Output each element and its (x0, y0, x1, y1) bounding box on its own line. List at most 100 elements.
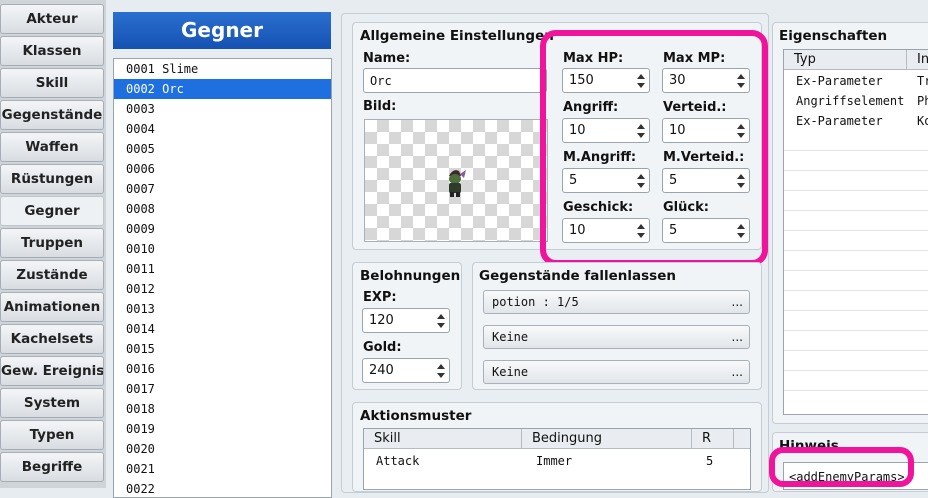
enemy-list-item[interactable]: 0021 (114, 459, 331, 479)
grid-line (784, 230, 928, 231)
enemy-list-item[interactable]: 0009 (114, 219, 331, 239)
grid-line (784, 190, 928, 191)
enemy-list-item[interactable]: 0016 (114, 359, 331, 379)
action-skill-cell[interactable]: Attack (376, 451, 419, 471)
trait-type-cell[interactable]: Ex-Parameter (796, 111, 883, 131)
nav-tab-skills[interactable]: Skill (0, 68, 104, 98)
enemy-list-item[interactable]: 0022 (114, 479, 331, 497)
parameters-highlight (540, 30, 768, 266)
nav-tab-animations[interactable]: Animationen (0, 292, 104, 322)
nav-tab-system[interactable]: System (0, 388, 104, 418)
enemy-list[interactable]: 0001 Slime 0002 Orc 0003 0004 0005 0006 … (113, 58, 332, 498)
drop-item-2-button[interactable]: Keine... (483, 325, 750, 349)
exp-value: 120 (369, 313, 394, 328)
nav-tab-states[interactable]: Zustände (0, 260, 104, 290)
nav-tab-actors[interactable]: Akteur (0, 4, 104, 34)
enemy-list-item[interactable]: 0001 Slime (114, 59, 331, 79)
drop-item-3-button[interactable]: Keine... (483, 360, 750, 384)
orc-sprite-icon (449, 170, 466, 197)
drop-item-1-value: potion : 1/5 (492, 295, 579, 309)
enemy-list-item[interactable]: 0019 (114, 419, 331, 439)
trait-content-cell[interactable]: Ph (917, 91, 928, 111)
enemy-list-item[interactable]: 0014 (114, 319, 331, 339)
nav-tab-tilesets[interactable]: Kachelsets (0, 324, 104, 354)
action-patterns-title: Aktionsmuster (360, 408, 472, 424)
enemy-list-item[interactable]: 0008 (114, 199, 331, 219)
enemy-list-item-selected[interactable]: 0002 Orc (114, 79, 331, 99)
more-icon: ... (731, 365, 743, 379)
rewards-title: Belohnungen (360, 268, 461, 284)
grid-line (784, 370, 928, 371)
spinner-arrows-icon[interactable] (437, 312, 445, 330)
nav-tab-classes[interactable]: Klassen (0, 36, 104, 66)
grid-line (784, 150, 928, 151)
enemy-list-item[interactable]: 0012 (114, 279, 331, 299)
enemy-list-item[interactable]: 0006 (114, 159, 331, 179)
name-field[interactable]: Orc (363, 68, 547, 93)
enemy-list-item[interactable]: 0007 (114, 179, 331, 199)
general-settings-title: Allgemeine Einstellungen (360, 28, 554, 44)
action-condition-cell[interactable]: Immer (536, 451, 572, 471)
enemy-list-item[interactable]: 0020 (114, 439, 331, 459)
column-skill[interactable]: Skill (364, 429, 522, 449)
drop-item-2-value: Keine (492, 330, 529, 344)
trait-content-cell[interactable]: Ko (917, 111, 928, 131)
grid-line (784, 330, 928, 331)
nav-tab-enemies[interactable]: Gegner (0, 196, 104, 226)
nav-tab-common-events[interactable]: Gew. Ereignisse (0, 356, 104, 386)
column-type[interactable]: Typ (784, 50, 907, 70)
grid-line (784, 350, 928, 351)
traits-table[interactable]: Typ In Ex-Parameter Tr Angriffselement P… (783, 49, 928, 415)
trait-content-cell[interactable]: Tr (917, 71, 928, 91)
note-highlight (769, 447, 914, 487)
enemy-list-item[interactable]: 0011 (114, 259, 331, 279)
gold-value: 240 (369, 363, 394, 378)
exp-spinner[interactable]: 120 (362, 308, 450, 333)
name-label: Name: (363, 51, 411, 66)
grid-line (784, 170, 928, 171)
grid-line (784, 310, 928, 311)
column-rating[interactable]: R (692, 429, 734, 449)
nav-tab-weapons[interactable]: Waffen (0, 132, 104, 162)
enemy-list-item[interactable]: 0015 (114, 339, 331, 359)
gold-label: Gold: (363, 340, 402, 355)
drop-item-3-value: Keine (492, 365, 529, 379)
nav-tab-items[interactable]: Gegenstände (0, 100, 104, 130)
nav-tab-terms[interactable]: Begriffe (0, 452, 104, 482)
nav-tab-types[interactable]: Typen (0, 420, 104, 450)
enemy-list-item[interactable]: 0003 (114, 99, 331, 119)
column-condition[interactable]: Bedingung (522, 429, 692, 449)
trait-type-cell[interactable]: Ex-Parameter (796, 71, 883, 91)
enemy-list-item[interactable]: 0004 (114, 119, 331, 139)
enemy-list-item[interactable]: 0013 (114, 299, 331, 319)
enemy-image-picker[interactable] (364, 119, 548, 242)
database-category-nav: Akteur Klassen Skill Gegenstände Waffen … (0, 0, 106, 488)
grid-line (784, 270, 928, 271)
nav-tab-armors[interactable]: Rüstungen (0, 164, 104, 194)
grid-line (784, 250, 928, 251)
drop-item-1-button[interactable]: potion : 1/5... (483, 290, 750, 314)
name-value: Orc (370, 74, 392, 88)
trait-type-cell[interactable]: Angriffselement (796, 91, 904, 111)
spinner-arrows-icon[interactable] (437, 362, 445, 380)
enemy-list-item[interactable]: 0018 (114, 399, 331, 419)
grid-line (784, 290, 928, 291)
more-icon: ... (731, 330, 743, 344)
grid-line (784, 390, 928, 391)
nav-tab-troops[interactable]: Truppen (0, 228, 104, 258)
enemy-list-header: Gegner (113, 12, 331, 49)
action-patterns-table[interactable]: Skill Bedingung R Attack Immer 5 (363, 428, 751, 490)
more-icon: ... (731, 295, 743, 309)
enemy-list-item[interactable]: 0010 (114, 239, 331, 259)
exp-label: EXP: (363, 290, 397, 305)
table-header: Typ In (784, 50, 928, 70)
image-label: Bild: (363, 99, 397, 114)
enemy-list-item[interactable]: 0005 (114, 139, 331, 159)
enemy-list-item[interactable]: 0017 (114, 379, 331, 399)
traits-title: Eigenschaften (779, 28, 888, 44)
gold-spinner[interactable]: 240 (362, 358, 450, 383)
drop-items-title: Gegenstände fallenlassen (479, 268, 676, 284)
action-rating-cell[interactable]: 5 (706, 451, 713, 471)
table-header: Skill Bedingung R (364, 429, 750, 449)
column-content[interactable]: In (907, 50, 928, 70)
